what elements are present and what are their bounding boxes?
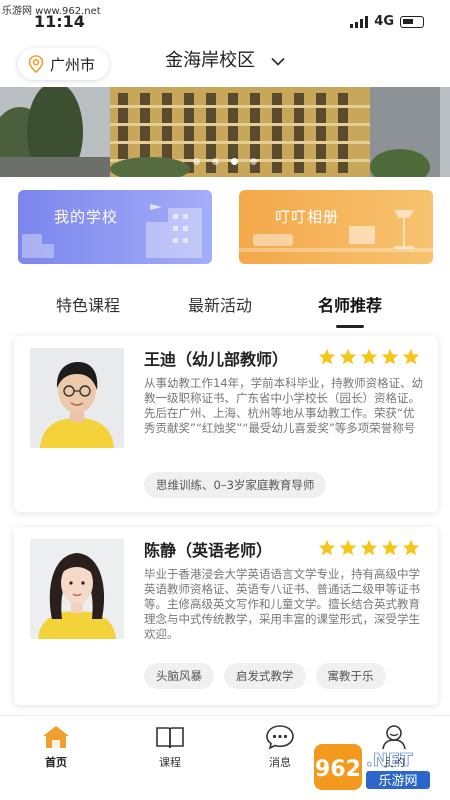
nav-messages[interactable]: 消息 <box>250 724 310 770</box>
teacher-tags: 思维训练、0–3岁家庭教育导师 <box>144 472 327 498</box>
star-icon <box>360 348 378 365</box>
star-icon <box>318 539 336 556</box>
site-watermark-logo: 962 .NET 乐游网 <box>314 744 430 790</box>
carousel-dot[interactable] <box>250 158 257 165</box>
signal-icon <box>350 15 369 28</box>
carousel-dot[interactable] <box>212 158 219 165</box>
message-icon <box>266 725 294 750</box>
carousel-dot[interactable] <box>193 158 200 165</box>
teacher-name: 陈静（英语老师） <box>144 541 273 560</box>
logo-number-text: 962 <box>315 757 361 782</box>
tab-teacher-recommend[interactable]: 名师推荐 <box>318 292 382 328</box>
teacher-card[interactable]: 王迪（幼儿部教师） 从事幼教工作14年，学前本科毕业，持教师资格证、幼教一级职称… <box>14 336 438 512</box>
nav-courses-label: 课程 <box>159 756 181 769</box>
teacher-photo <box>30 539 124 639</box>
star-icon <box>402 348 420 365</box>
battery-icon <box>400 15 424 28</box>
banner-carousel[interactable] <box>0 87 450 177</box>
logo-sub-text: 乐游网 <box>378 774 417 789</box>
status-indicators: 4G <box>350 14 424 29</box>
campus-selector[interactable]: 金海岸校区 <box>0 46 450 72</box>
star-icon <box>360 539 378 556</box>
logo-suffix-text: .NET <box>366 750 413 771</box>
school-illustration-icon <box>22 204 202 258</box>
teacher-description: 从事幼教工作14年，学前本科毕业，持教师资格证、幼教一级职称证书、广东省中小学校… <box>144 376 424 435</box>
album-card[interactable]: 叮叮相册 <box>239 190 433 264</box>
section-tabs: 特色课程 最新活动 名师推荐 <box>0 280 450 328</box>
nav-messages-label: 消息 <box>269 756 291 769</box>
network-type: 4G <box>374 14 394 29</box>
teacher-photo <box>30 348 124 448</box>
star-icon <box>381 348 399 365</box>
star-icon <box>381 539 399 556</box>
teacher-tag: 思维训练、0–3岁家庭教育导师 <box>144 472 327 498</box>
campus-label: 金海岸校区 <box>165 50 256 71</box>
star-icon <box>339 348 357 365</box>
teacher-tag: 启发式教学 <box>224 663 306 689</box>
rating-stars <box>318 539 420 556</box>
teacher-name: 王迪（幼儿部教师） <box>144 350 289 369</box>
my-school-card[interactable]: 我的学校 <box>18 190 212 264</box>
tab-featured-courses[interactable]: 特色课程 <box>56 292 120 316</box>
teacher-tag: 寓教于乐 <box>315 663 386 689</box>
header: 广州市 金海岸校区 <box>0 40 450 86</box>
book-icon <box>156 727 184 749</box>
star-icon <box>318 348 336 365</box>
star-icon <box>339 539 357 556</box>
carousel-indicator <box>0 158 450 165</box>
album-illustration-icon <box>239 210 433 252</box>
tab-latest-activities[interactable]: 最新活动 <box>188 292 252 316</box>
nav-home-label: 首页 <box>45 756 67 769</box>
teacher-description: 毕业于香港浸会大学英语语言文学专业，持有高级中学英语教师资格证、英语专八证书、普… <box>144 567 420 641</box>
teacher-tags: 头脑风暴 启发式教学 寓教于乐 <box>144 663 386 689</box>
rating-stars <box>318 348 420 365</box>
carousel-dot-active[interactable] <box>231 158 238 165</box>
nav-home[interactable]: 首页 <box>26 724 86 770</box>
teacher-card[interactable]: 陈静（英语老师） 毕业于香港浸会大学英语语言文学专业，持有高级中学英语教师资格证… <box>14 527 438 705</box>
chevron-down-icon <box>271 57 285 66</box>
home-icon <box>43 726 69 748</box>
watermark-text: 乐游网 www.962.net <box>2 6 101 17</box>
nav-courses[interactable]: 课程 <box>140 724 200 770</box>
star-icon <box>402 539 420 556</box>
teacher-tag: 头脑风暴 <box>144 663 214 689</box>
